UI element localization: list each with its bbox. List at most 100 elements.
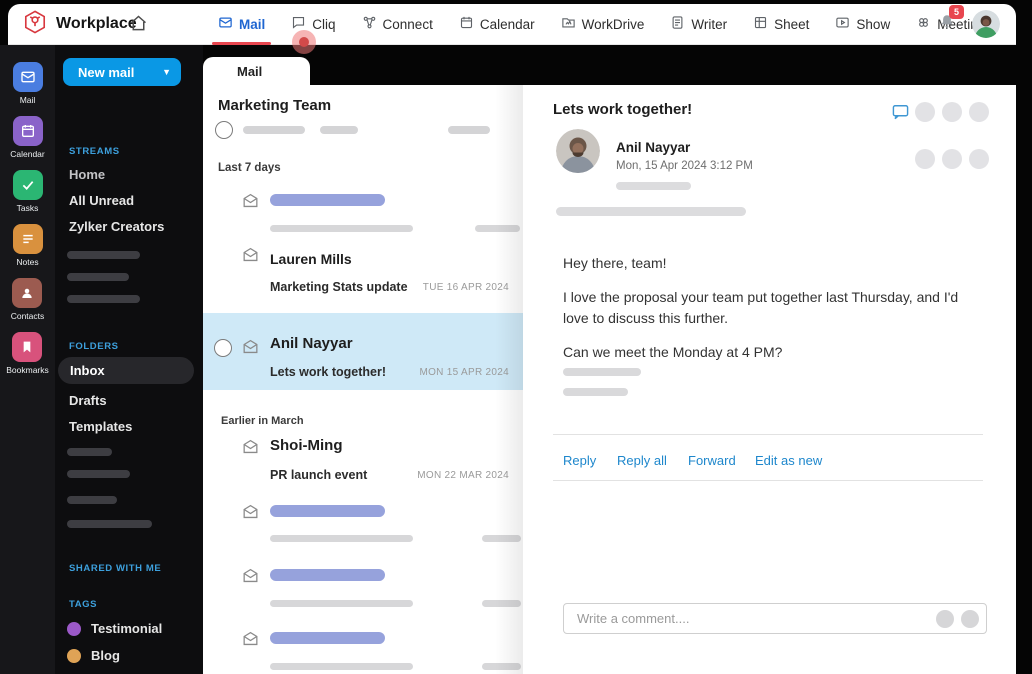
rail-item-mail[interactable]: Mail xyxy=(12,62,43,105)
click-pulse-indicator xyxy=(292,30,316,54)
new-mail-button[interactable]: New mail ▼ xyxy=(63,58,181,86)
nav-connect[interactable]: Connect xyxy=(362,15,433,33)
skeleton-date-bar xyxy=(475,225,520,232)
sidebar-item-templates[interactable]: Templates xyxy=(69,419,132,434)
skeleton-bar xyxy=(67,448,112,456)
sidebar-item-drafts[interactable]: Drafts xyxy=(69,393,107,408)
skeleton-subject-bar xyxy=(270,569,385,581)
select-all-checkbox[interactable] xyxy=(215,121,233,139)
topbar-right: 5 xyxy=(938,4,1000,44)
sidebar-item-zylker-creators[interactable]: Zylker Creators xyxy=(69,219,164,234)
tab-mail[interactable]: Mail xyxy=(203,57,310,85)
mail-date: TUE 16 APR 2024 xyxy=(422,282,509,293)
open-envelope-icon xyxy=(241,629,260,653)
rail-item-contacts[interactable]: Contacts xyxy=(11,278,44,321)
tasks-app-icon xyxy=(12,170,43,200)
spreadsheet-icon xyxy=(753,15,768,33)
mail-date: MON 22 MAR 2024 xyxy=(417,470,509,481)
tag-dot-purple xyxy=(67,621,81,636)
group-label-earlier: Earlier in March xyxy=(221,415,304,427)
sender-name: Lauren Mills xyxy=(270,251,352,267)
forward-button[interactable]: Forward xyxy=(688,453,736,468)
bell-icon xyxy=(938,14,956,35)
mail-subject: Marketing Stats update xyxy=(270,280,408,294)
streams-header: STREAMS xyxy=(69,146,120,157)
skeleton-bar xyxy=(67,496,117,504)
chevron-down-icon[interactable]: ▼ xyxy=(162,67,181,77)
reply-button[interactable]: Reply xyxy=(563,453,596,468)
skeleton-bar xyxy=(67,295,140,303)
skeleton-bar xyxy=(270,535,413,542)
document-icon xyxy=(670,15,685,33)
mail-sidebar: New mail ▼ STREAMS Home All Unread Zylke… xyxy=(55,45,203,674)
divider xyxy=(553,434,983,435)
open-envelope-icon xyxy=(241,502,260,526)
skeleton-bar xyxy=(243,126,305,134)
brand: Workplace xyxy=(22,4,137,44)
presentation-icon xyxy=(835,15,850,33)
notifications-button[interactable]: 5 xyxy=(938,4,964,36)
notes-app-icon xyxy=(12,224,43,254)
app-rail: Mail Calendar Tasks Notes Contacts Bookm… xyxy=(0,45,55,674)
sender-name: Anil Nayyar xyxy=(270,335,353,352)
calendar-icon xyxy=(459,15,474,33)
workdrive-icon xyxy=(561,15,576,33)
app-switcher-nav: Mail Cliq Connect Calendar WorkDrive Wri… xyxy=(211,4,985,45)
nav-workdrive[interactable]: WorkDrive xyxy=(561,15,644,33)
divider xyxy=(553,480,983,481)
comment-input[interactable] xyxy=(564,611,936,626)
nav-mail[interactable]: Mail xyxy=(211,15,272,45)
message-subject: Lets work together! xyxy=(553,101,693,118)
skeleton-bar xyxy=(270,600,413,607)
brand-name: Workplace xyxy=(56,15,137,32)
skeleton-action-circle xyxy=(969,149,989,169)
rail-item-notes[interactable]: Notes xyxy=(12,224,43,267)
mail-subject: Lets work together! xyxy=(270,365,386,379)
body-paragraph: I love the proposal your team put togeth… xyxy=(563,289,959,326)
tags-header: TAGS xyxy=(69,599,98,610)
comment-icon[interactable] xyxy=(890,102,911,127)
tag-blog[interactable]: Blog xyxy=(67,648,120,663)
tag-testimonial[interactable]: Testimonial xyxy=(67,621,162,636)
comment-box xyxy=(563,603,987,634)
rail-item-tasks[interactable]: Tasks xyxy=(12,170,43,213)
mail-list-item-selected[interactable]: Anil Nayyar Lets work together! MON 15 A… xyxy=(203,313,523,390)
nav-calendar[interactable]: Calendar xyxy=(459,15,535,33)
skeleton-action-circle xyxy=(969,102,989,122)
edit-as-new-button[interactable]: Edit as new xyxy=(755,453,822,468)
tag-dot-orange xyxy=(67,648,81,663)
skeleton-bar xyxy=(67,520,152,528)
mail-subject: PR launch event xyxy=(270,468,368,482)
rail-item-calendar[interactable]: Calendar xyxy=(10,116,45,159)
reply-all-button[interactable]: Reply all xyxy=(617,453,667,468)
body-paragraph: Can we meet the Monday at 4 PM? xyxy=(563,343,783,360)
mail-checkbox[interactable] xyxy=(214,339,232,357)
skeleton-bar xyxy=(556,207,746,216)
skeleton-date-bar xyxy=(482,535,521,542)
skeleton-signature-bar xyxy=(563,368,641,376)
skeleton-date-bar xyxy=(482,600,521,607)
skeleton-bar xyxy=(320,126,358,134)
skeleton-bar xyxy=(67,273,129,281)
skeleton-bar xyxy=(448,126,490,134)
sidebar-item-home[interactable]: Home xyxy=(69,167,105,182)
rail-item-bookmarks[interactable]: Bookmarks xyxy=(6,332,49,375)
skeleton-bar xyxy=(67,251,140,259)
sidebar-item-all-unread[interactable]: All Unread xyxy=(69,193,134,208)
mail-app-icon xyxy=(12,62,43,92)
nav-show[interactable]: Show xyxy=(835,15,890,33)
mail-list-title: Marketing Team xyxy=(218,97,332,114)
shared-with-me-header: SHARED WITH ME xyxy=(69,563,162,574)
folders-header: FOLDERS xyxy=(69,341,119,352)
sender-avatar xyxy=(556,129,600,173)
nav-writer[interactable]: Writer xyxy=(670,15,727,33)
skeleton-subject-bar xyxy=(270,632,385,644)
meeting-icon xyxy=(916,15,931,33)
home-icon[interactable] xyxy=(128,13,149,39)
workplace-logo-icon xyxy=(22,9,48,40)
sidebar-item-inbox[interactable]: Inbox xyxy=(58,357,194,384)
skeleton-subject-bar xyxy=(270,505,385,517)
nav-sheet[interactable]: Sheet xyxy=(753,15,809,33)
open-envelope-icon xyxy=(241,337,260,361)
user-avatar[interactable] xyxy=(972,10,1000,38)
